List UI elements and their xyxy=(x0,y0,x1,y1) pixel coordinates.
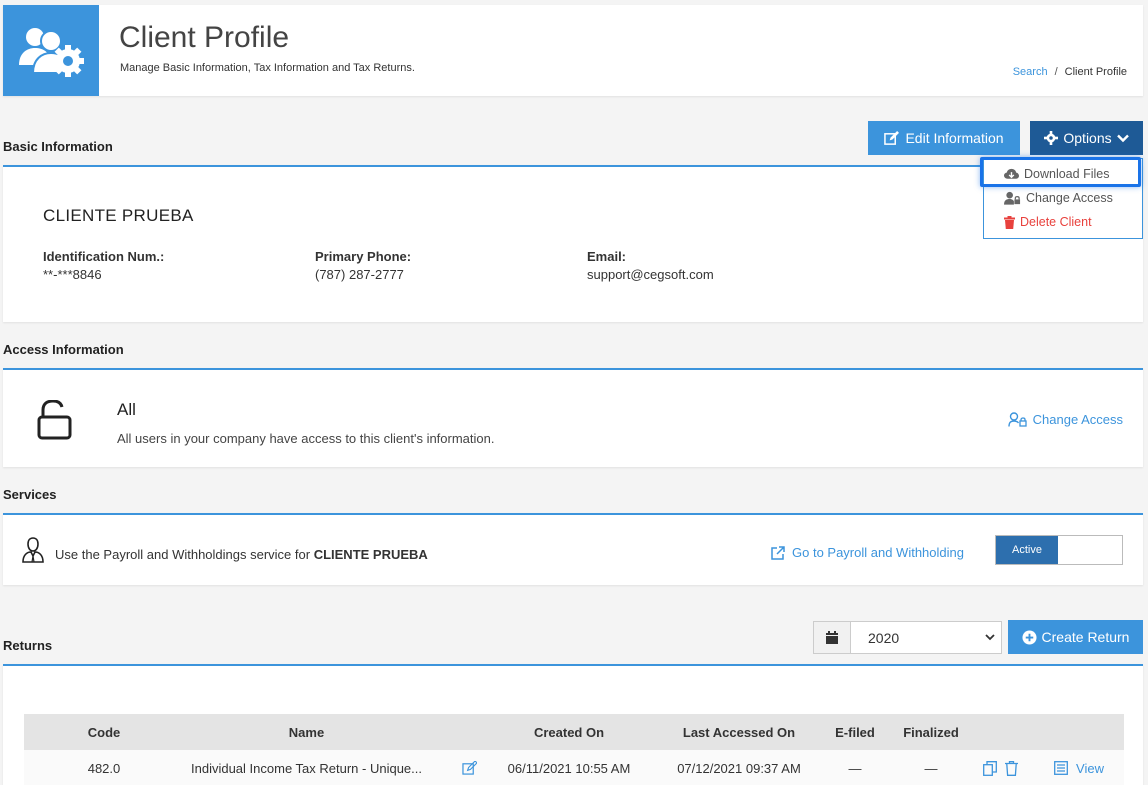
edit-name-icon[interactable] xyxy=(456,750,482,785)
calendar-icon xyxy=(814,622,851,653)
options-label: Options xyxy=(1063,130,1112,146)
id-num-value: **-***8846 xyxy=(43,267,102,282)
email-label: Email: xyxy=(587,249,627,264)
menu-item-delete-client-label: Delete Client xyxy=(1020,215,1092,229)
service-client-name: CLIENTE PRUEBA xyxy=(313,547,428,562)
view-label: View xyxy=(1076,760,1104,776)
basic-info-panel: CLIENTE PRUEBA Identification Num.: **-*… xyxy=(3,165,1143,322)
basic-info-heading: Basic Information xyxy=(3,139,113,154)
breadcrumb: Search / Client Profile xyxy=(1013,66,1127,78)
col-name: Name xyxy=(288,724,325,740)
cell-created-on: 06/11/2021 10:55 AM xyxy=(507,760,631,776)
breadcrumb-current: Client Profile xyxy=(1064,66,1127,78)
cloud-download-icon xyxy=(1004,168,1019,179)
email-value: support@cegsoft.com xyxy=(587,267,714,282)
col-efiled: E-filed xyxy=(835,724,875,740)
options-dropdown-menu: Download Files Change Access Delete Clie… xyxy=(983,158,1143,239)
external-link-icon xyxy=(771,545,785,560)
users-gear-icon xyxy=(3,5,99,96)
service-description-prefix: Use the Payroll and Withholdings service… xyxy=(55,547,311,562)
col-created-on: Created On xyxy=(533,724,605,740)
edit-icon xyxy=(884,130,900,145)
delete-return-icon[interactable] xyxy=(1001,750,1021,785)
create-return-button[interactable]: Create Return xyxy=(1008,620,1143,654)
user-tie-icon xyxy=(22,537,44,563)
view-return-link[interactable]: View xyxy=(1044,750,1114,785)
access-level-title: All xyxy=(117,400,136,419)
create-return-label: Create Return xyxy=(1041,629,1130,645)
cell-efiled: — xyxy=(848,760,862,776)
menu-item-change-access-label: Change Access xyxy=(1026,191,1113,205)
page-header: Client Profile Manage Basic Information,… xyxy=(3,5,1143,96)
returns-heading: Returns xyxy=(3,638,53,653)
year-value: 2020 xyxy=(868,629,900,646)
service-active-toggle[interactable]: Active xyxy=(995,535,1123,565)
copy-icon[interactable] xyxy=(979,750,1001,785)
plus-circle-icon xyxy=(1022,629,1037,645)
cell-finalized: — xyxy=(924,760,938,776)
change-access-label: Change Access xyxy=(1032,412,1123,427)
year-select-value: 2020 xyxy=(851,622,1001,653)
menu-item-delete-client[interactable]: Delete Client xyxy=(984,210,1142,234)
menu-item-download-files-label: Download Files xyxy=(1024,167,1110,181)
breadcrumb-separator: / xyxy=(1054,66,1058,78)
menu-item-download-files[interactable]: Download Files xyxy=(984,162,1142,186)
service-description: Use the Payroll and Withholdings service… xyxy=(55,547,428,562)
trash-icon xyxy=(1004,215,1015,229)
access-info-heading: Access Information xyxy=(3,342,124,357)
edit-information-label: Edit Information xyxy=(905,130,1004,146)
go-to-payroll-label: Go to Payroll and Withholding xyxy=(792,545,964,560)
client-name: CLIENTE PRUEBA xyxy=(43,206,194,225)
year-select[interactable]: 2020 xyxy=(813,621,1002,654)
phone-label: Primary Phone: xyxy=(315,249,412,264)
user-lock-icon xyxy=(1004,191,1021,205)
user-lock-icon xyxy=(1007,412,1027,427)
access-info-panel: All All users in your company have acces… xyxy=(3,368,1143,467)
table-row: 482.0 Individual Income Tax Return - Uni… xyxy=(24,750,1124,785)
returns-panel: Code Name Created On Last Accessed On E-… xyxy=(3,664,1143,785)
page-title: Client Profile xyxy=(119,21,290,54)
id-num-label: Identification Num.: xyxy=(43,249,165,264)
unlock-icon xyxy=(37,400,72,440)
access-description: All users in your company have access to… xyxy=(117,431,495,446)
toggle-active-label: Active xyxy=(996,536,1058,564)
table-header: Code Name Created On Last Accessed On E-… xyxy=(24,714,1124,750)
services-panel: Use the Payroll and Withholdings service… xyxy=(3,513,1143,585)
edit-information-button[interactable]: Edit Information xyxy=(868,121,1020,155)
returns-table: Code Name Created On Last Accessed On E-… xyxy=(24,714,1124,785)
gear-icon xyxy=(1044,131,1059,145)
breadcrumb-search-link[interactable]: Search xyxy=(1013,66,1048,78)
view-icon xyxy=(1054,761,1068,775)
go-to-payroll-link[interactable]: Go to Payroll and Withholding xyxy=(771,545,964,560)
menu-item-change-access[interactable]: Change Access xyxy=(984,186,1142,210)
col-code: Code xyxy=(87,724,121,740)
cell-name: Individual Income Tax Return - Unique... xyxy=(191,760,422,776)
services-heading: Services xyxy=(3,487,57,502)
col-last-accessed: Last Accessed On xyxy=(682,724,796,740)
chevron-down-icon xyxy=(985,634,995,641)
change-access-link[interactable]: Change Access xyxy=(1007,412,1123,427)
chevron-down-icon xyxy=(1116,134,1129,143)
cell-code: 482.0 xyxy=(87,760,121,776)
phone-value: (787) 287-2777 xyxy=(315,267,404,282)
page-subtitle: Manage Basic Information, Tax Informatio… xyxy=(120,62,415,74)
cell-last-accessed: 07/12/2021 09:37 AM xyxy=(677,760,801,776)
options-button[interactable]: Options xyxy=(1030,121,1143,155)
col-finalized: Finalized xyxy=(903,724,959,740)
